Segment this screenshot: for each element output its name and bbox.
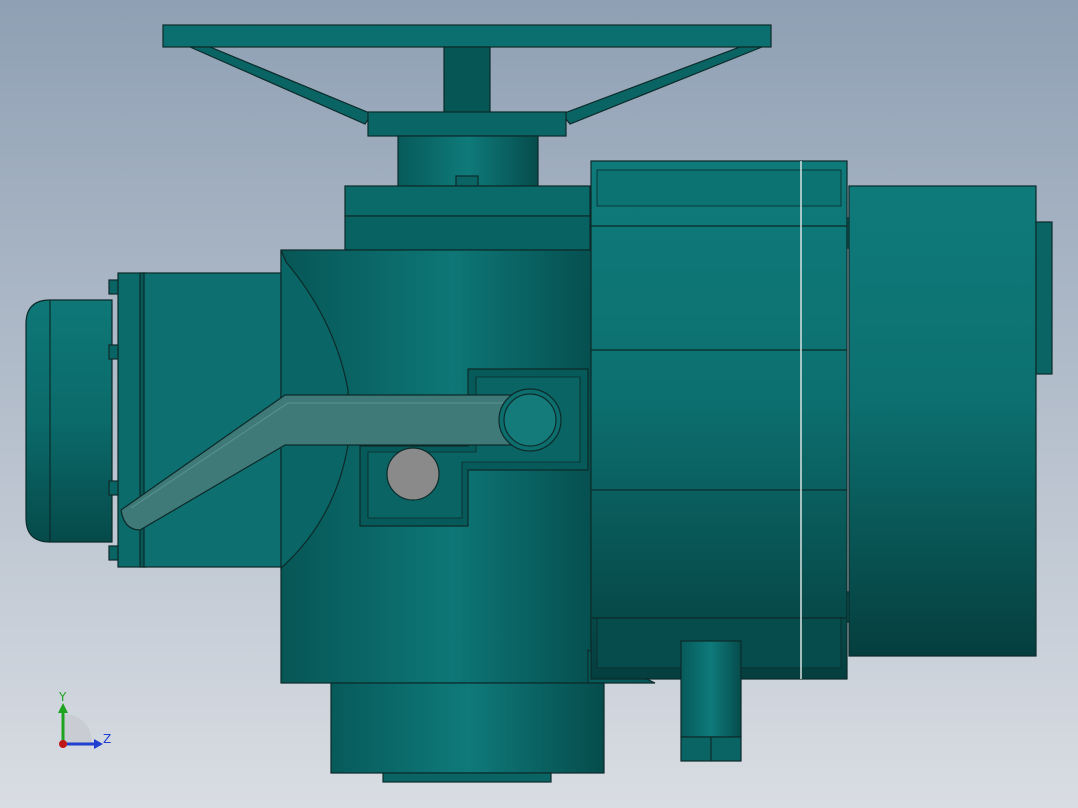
control-cover (590, 160, 848, 680)
handwheel-rim (162, 24, 772, 48)
cable-gland (680, 640, 742, 762)
y-axis-label: Y (58, 690, 67, 704)
bottom-output-base (382, 772, 552, 783)
control-housing[interactable] (590, 160, 860, 680)
triad-origin (59, 740, 67, 748)
top-flange-base (344, 215, 591, 251)
bottom-output-cylinder (330, 682, 605, 774)
motor-bolt (108, 344, 119, 360)
lever-pivot-cap (503, 393, 557, 447)
cad-viewport[interactable]: Y Z (0, 0, 1078, 808)
motor-bolt (108, 480, 119, 496)
end-drum (848, 185, 1037, 657)
motor-bolt (108, 279, 119, 295)
handwheel-hub (367, 111, 567, 137)
end-drum-boss (1035, 221, 1053, 375)
control-cover-top-band (596, 169, 842, 207)
motor-end-cap (25, 299, 113, 543)
left-motor[interactable] (25, 272, 285, 568)
indicator-window (386, 447, 440, 501)
motor-bolt (108, 545, 119, 561)
top-flange (344, 185, 591, 217)
cable-gland-body (680, 640, 742, 738)
top-neck-nut (455, 175, 479, 187)
z-axis-label: Z (103, 732, 111, 746)
